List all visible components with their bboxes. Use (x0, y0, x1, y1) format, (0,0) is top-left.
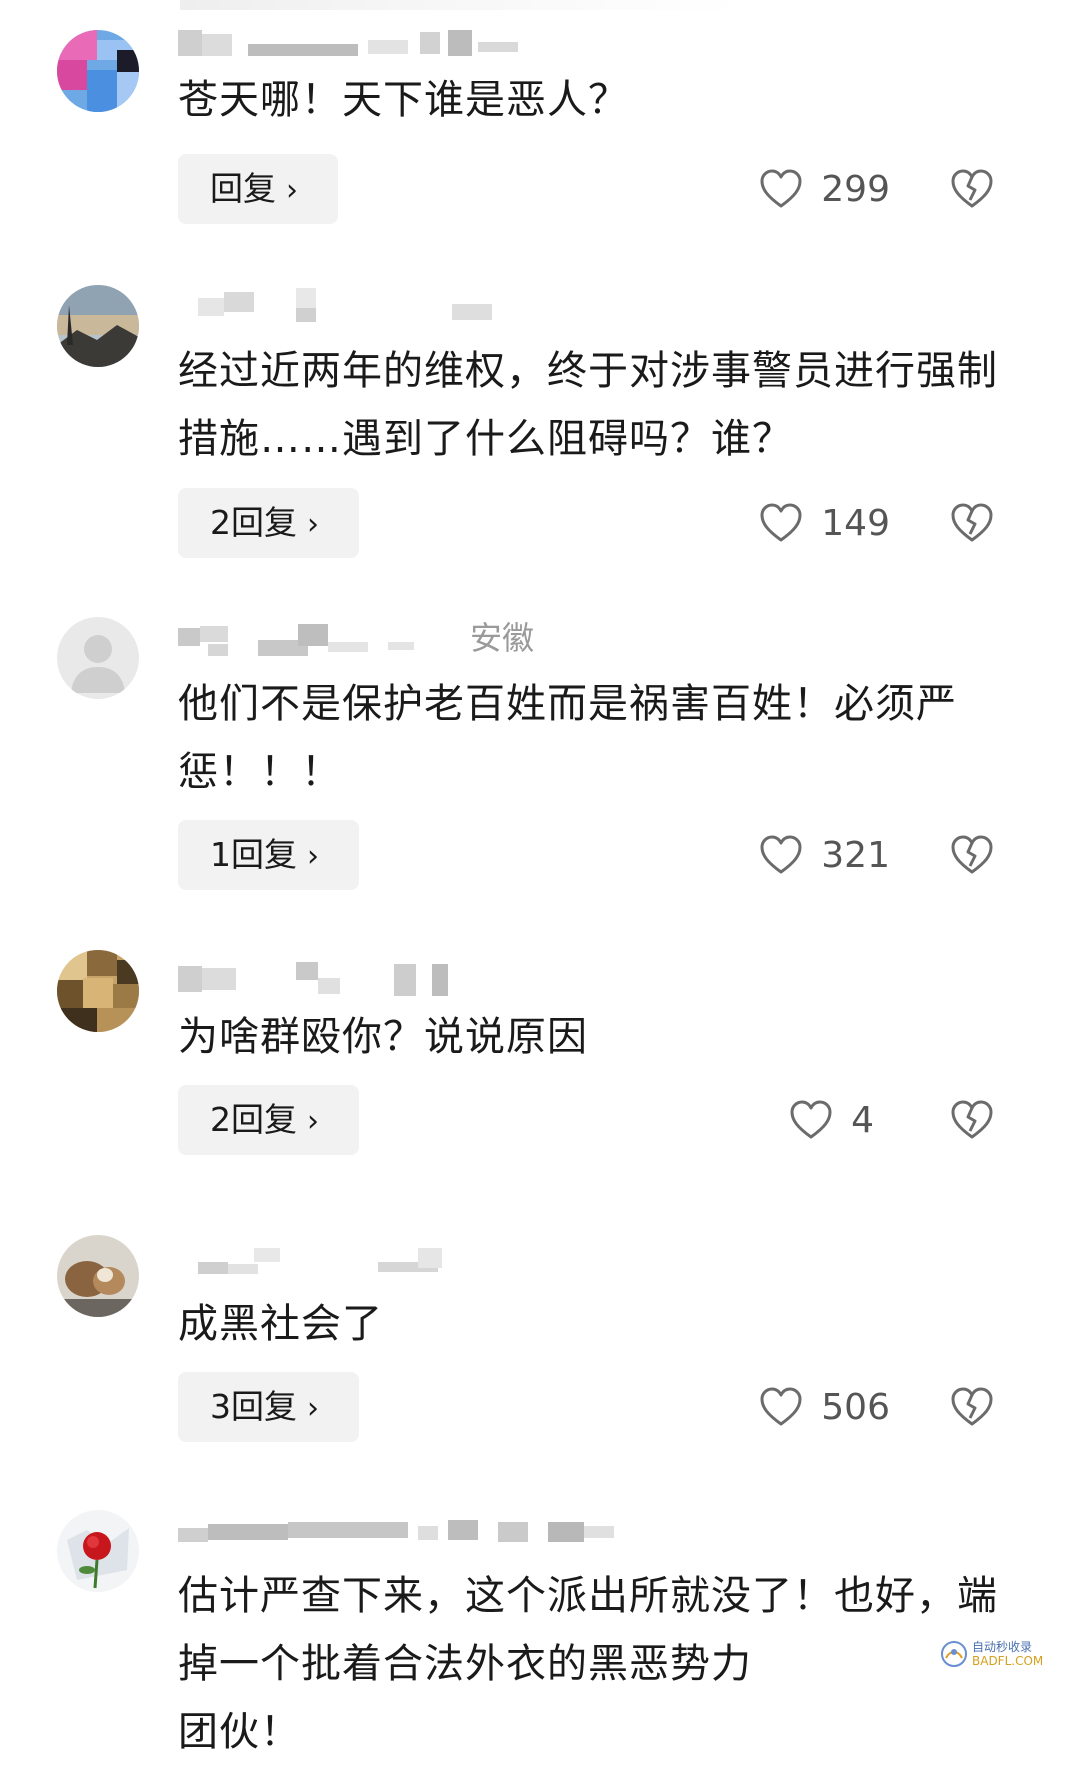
comment-text: 为啥群殴你？说说原因 (178, 1014, 588, 1060)
top-edge-fade (180, 0, 740, 10)
avatar[interactable] (57, 1510, 139, 1592)
broken-heart-icon[interactable] (950, 1386, 994, 1428)
heart-outline-icon (760, 169, 802, 208)
reply-button[interactable]: 3回复 › (178, 1372, 359, 1442)
watermark-line2: BADFL.COM (972, 1654, 1044, 1668)
username-redacted[interactable] (178, 286, 598, 322)
reply-button[interactable]: 1回复 › (178, 820, 359, 890)
broken-heart-icon[interactable] (950, 1099, 994, 1141)
comment-text: 成黑社会了 (178, 1301, 383, 1347)
avatar[interactable] (57, 285, 139, 367)
chevron-right-icon: › (307, 1391, 319, 1426)
chevron-right-icon: › (307, 1104, 319, 1139)
broken-heart-icon[interactable] (950, 834, 994, 876)
comment-text: 估计严查下来，这个派出所就没了！也好，端掉一个批着合法外衣的黑恶势力 (178, 1573, 998, 1687)
like-button[interactable]: 299 (759, 154, 890, 224)
broken-heart-icon[interactable] (950, 168, 994, 210)
like-count: 321 (821, 834, 890, 876)
reply-button[interactable]: 回复 › (178, 154, 338, 224)
watermark: 自动秒收录 BADFL.COM (940, 1640, 1043, 1668)
comment-text-cut: 团伙！ (178, 1709, 301, 1755)
username-redacted[interactable] (178, 1248, 598, 1284)
avatar[interactable] (57, 30, 139, 112)
username-redacted[interactable]: 安徽 (178, 620, 598, 656)
chevron-right-icon: › (286, 173, 298, 208)
heart-outline-icon (790, 1100, 832, 1139)
chevron-right-icon: › (307, 839, 319, 874)
avatar[interactable] (57, 617, 139, 699)
avatar[interactable] (57, 1235, 139, 1317)
like-button[interactable]: 149 (759, 488, 890, 558)
comment-text: 苍天哪！天下谁是恶人？ (178, 77, 629, 123)
reply-button[interactable]: 2回复 › (178, 1085, 359, 1155)
reply-label: 2回复 (210, 503, 297, 542)
watermark-line1: 自动秒收录 (972, 1640, 1033, 1654)
reply-button[interactable]: 2回复 › (178, 488, 359, 558)
reply-label: 3回复 (210, 1387, 297, 1426)
chevron-right-icon: › (307, 507, 319, 542)
avatar[interactable] (57, 950, 139, 1032)
heart-outline-icon (760, 503, 802, 542)
reply-label: 回复 (210, 169, 276, 208)
username-redacted[interactable] (178, 1518, 614, 1554)
reply-label: 2回复 (210, 1100, 297, 1139)
user-location: 安徽 (470, 619, 535, 657)
username-redacted[interactable] (178, 960, 598, 996)
like-count: 506 (821, 1386, 890, 1428)
reply-label: 1回复 (210, 835, 297, 874)
comment-text: 经过近两年的维权，终于对涉事警员进行强制措施……遇到了什么阻碍吗？谁？ (178, 348, 998, 462)
like-button[interactable]: 506 (759, 1372, 890, 1442)
watermark-logo-icon (941, 1641, 967, 1667)
like-count: 299 (821, 168, 890, 210)
heart-outline-icon (760, 1387, 802, 1426)
like-button[interactable]: 4 (789, 1085, 874, 1155)
like-count: 149 (821, 502, 890, 544)
comment-text: 他们不是保护老百姓而是祸害百姓！必须严惩！！！ (178, 681, 957, 795)
like-count: 4 (851, 1099, 874, 1141)
username-redacted[interactable] (178, 26, 598, 62)
broken-heart-icon[interactable] (950, 502, 994, 544)
like-button[interactable]: 321 (759, 820, 890, 890)
heart-outline-icon (760, 835, 802, 874)
